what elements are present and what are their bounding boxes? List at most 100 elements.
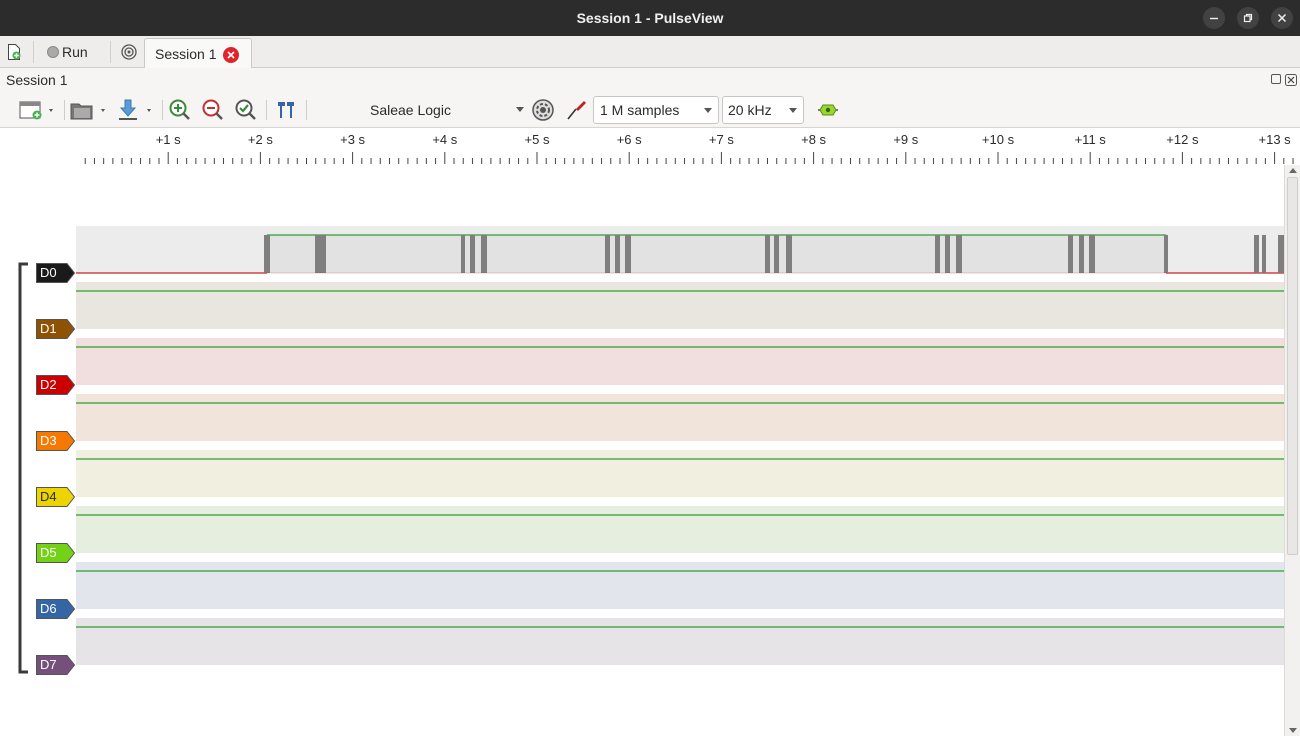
close-icon (1277, 13, 1287, 23)
cursors-icon (278, 102, 294, 118)
gear-icon (532, 99, 554, 121)
channel-band-d6 (76, 562, 1284, 609)
device-name: Saleae Logic (370, 102, 451, 118)
capture-settings-button[interactable] (120, 36, 138, 67)
channel-band-d2 (76, 338, 1284, 385)
d0-edge-cluster (935, 235, 940, 273)
d0-edge-cluster (315, 235, 326, 273)
channel-label-d7[interactable]: D7 (36, 655, 76, 675)
folder-icon (70, 103, 105, 120)
channels-config-button[interactable] (563, 96, 589, 124)
channel-band-d3 (76, 394, 1284, 441)
channel-label-d1[interactable]: D1 (36, 319, 76, 339)
device-config-button[interactable] (530, 96, 556, 124)
new-session-icon (8, 43, 21, 60)
vertical-scrollbar[interactable] (1284, 165, 1300, 736)
close-window-button[interactable] (1271, 7, 1293, 29)
d0-edge-cluster (774, 235, 779, 273)
d0-edge-cluster (956, 235, 962, 273)
d0-edge-cluster (1262, 235, 1266, 273)
save-button[interactable] (116, 96, 156, 124)
chevron-down-icon (516, 107, 524, 112)
d0-edge-cluster (481, 235, 487, 273)
zoom-fit-button[interactable] (233, 96, 259, 124)
d0-edge-cluster (945, 235, 950, 273)
samplerate-value: 20 kHz (728, 102, 772, 118)
channel-band-d7 (76, 618, 1284, 665)
zoom-out-icon (202, 99, 223, 120)
channel-label-d0[interactable]: D0 (36, 263, 76, 283)
add-decoder-button[interactable] (815, 96, 841, 124)
d0-edge-cluster (786, 235, 792, 273)
channel-label-d4[interactable]: D4 (36, 487, 76, 507)
main-toolbar: Saleae Logic 1 M samples 20 kHz (0, 92, 1300, 128)
scroll-up-icon (1289, 168, 1297, 173)
add-view-button[interactable] (18, 96, 58, 124)
dock-titlebar: Session 1 (0, 68, 1300, 92)
channel-name: D5 (40, 545, 57, 560)
scroll-down-icon (1289, 728, 1297, 733)
d0-edge-cluster (625, 235, 631, 273)
session-tab-label: Session 1 (155, 46, 217, 62)
scrollbar-thumb[interactable] (1287, 177, 1298, 555)
channel-band-d4 (76, 450, 1284, 497)
restore-button[interactable] (1237, 7, 1259, 29)
channel-label-d6[interactable]: D6 (36, 599, 76, 619)
dock-float-icon[interactable] (1271, 74, 1281, 84)
samplerate-select[interactable]: 20 kHz (722, 96, 804, 124)
trace-viewport: +1 s +2 s +3 s +4 s +5 s +6 s +7 s +8 s +9 s +10 … (0, 128, 1300, 736)
open-file-button[interactable] (70, 96, 110, 124)
run-indicator-icon (47, 45, 59, 58)
zoom-fit-icon (235, 99, 256, 120)
channel-name: D6 (40, 601, 57, 616)
zoom-out-button[interactable] (200, 96, 226, 124)
channel-band-d1 (76, 282, 1284, 329)
traces-area[interactable] (76, 165, 1284, 736)
minimize-icon (1210, 17, 1218, 20)
new-session-button[interactable] (6, 36, 22, 67)
probe-icon (567, 101, 586, 120)
close-icon (227, 51, 235, 59)
channel-label-d5[interactable]: D5 (36, 543, 76, 563)
window-titlebar: Session 1 - PulseView (0, 0, 1300, 36)
zoom-in-button[interactable] (167, 96, 193, 124)
capture-icon (121, 43, 137, 60)
channel-name: D4 (40, 489, 57, 504)
session-tabbar: Run Session 1 (0, 36, 1300, 69)
d0-edge-cluster (605, 235, 610, 273)
restore-icon (1243, 13, 1253, 23)
chevron-down-icon (704, 108, 712, 113)
minimize-button[interactable] (1203, 7, 1225, 29)
sample-count-select[interactable]: 1 M samples (593, 96, 719, 124)
d0-edge-cluster (470, 235, 475, 273)
device-selector[interactable]: Saleae Logic (362, 96, 528, 124)
dock-close-button[interactable] (1285, 73, 1297, 89)
close-icon (1285, 74, 1297, 86)
time-ruler[interactable]: +1 s +2 s +3 s +4 s +5 s +6 s +7 s +8 s +9 s +10 … (0, 128, 1300, 165)
d0-edge-cluster (1089, 235, 1095, 273)
channel-name: D1 (40, 321, 57, 336)
ruler-ticks (84, 152, 1294, 164)
d0-edge-cluster (461, 235, 465, 273)
d0-edge-cluster (615, 235, 620, 273)
close-tab-button[interactable] (223, 47, 239, 63)
channel-name: D2 (40, 377, 57, 392)
channel-label-d3[interactable]: D3 (36, 431, 76, 451)
run-button[interactable]: Run (46, 36, 88, 67)
d0-edge-cluster (1068, 235, 1073, 273)
d0-edge-cluster (1079, 235, 1084, 273)
d0-edge-cluster (765, 235, 770, 273)
decoder-icon (818, 104, 838, 116)
channel-headers: D0 D1 D2 D3 D4 D5 D6 D7 (0, 165, 76, 736)
show-cursors-button[interactable] (272, 96, 300, 124)
channel-band-d5 (76, 506, 1284, 553)
dock-title: Session 1 (6, 72, 68, 88)
channel-name: D7 (40, 657, 57, 672)
d0-edge-cluster (1254, 235, 1259, 273)
tab-session-1[interactable]: Session 1 (144, 38, 252, 69)
download-icon (119, 99, 151, 120)
channel-name: D0 (40, 265, 57, 280)
channel-label-d2[interactable]: D2 (36, 375, 76, 395)
d0-edge-cluster (1164, 235, 1168, 273)
chevron-down-icon (789, 108, 797, 113)
